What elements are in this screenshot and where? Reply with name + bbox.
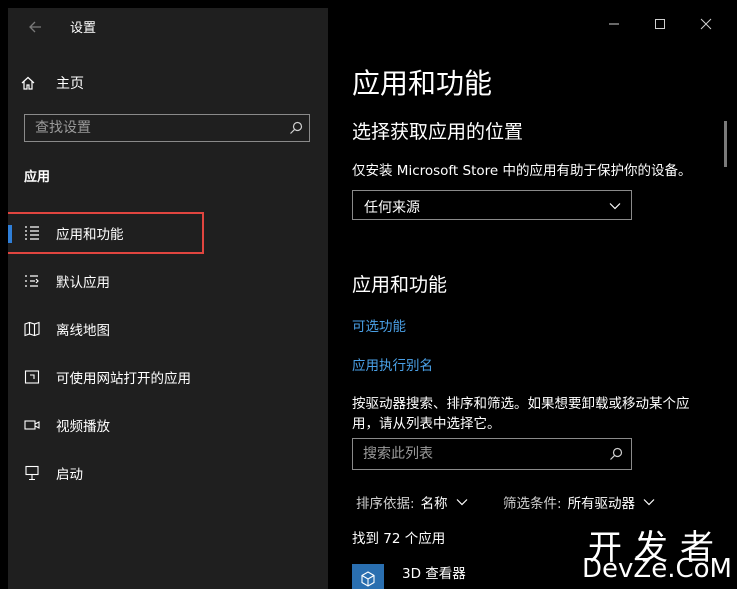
- main-content: 应用和功能 选择获取应用的位置 仅安装 Microsoft Store 中的应用…: [328, 8, 729, 589]
- watermark-text: DevZe.CoM: [582, 554, 732, 584]
- apps-list-icon: [25, 226, 39, 240]
- install-section-heading: 选择获取应用的位置: [352, 121, 524, 143]
- filter-label: 筛选条件:: [503, 496, 562, 512]
- sidebar-item-label: 启动: [56, 467, 83, 483]
- window-title: 设置: [70, 21, 97, 36]
- sidebar-item-offline-maps[interactable]: 离线地图: [8, 313, 328, 345]
- sort-control[interactable]: 排序依据: 名称: [356, 492, 468, 512]
- apps-section-heading: 应用和功能: [352, 274, 448, 296]
- close-icon: [700, 18, 712, 30]
- cube-icon: [361, 571, 375, 587]
- app-name: 3D 查看器: [402, 566, 466, 582]
- chevron-down-icon: [609, 203, 621, 210]
- search-icon[interactable]: [609, 447, 623, 461]
- map-icon: [24, 321, 40, 337]
- startup-icon: [25, 465, 39, 481]
- sidebar: 设置 主页 应用 应用和功能 默认应用: [8, 8, 328, 589]
- sidebar-item-video-playback[interactable]: 视频播放: [8, 409, 328, 441]
- maximize-button[interactable]: [637, 8, 683, 40]
- sidebar-item-label: 默认应用: [56, 275, 110, 291]
- app-source-dropdown[interactable]: 任何来源: [352, 190, 632, 220]
- sidebar-item-label: 应用和功能: [56, 227, 124, 243]
- sidebar-item-label: 可使用网站打开的应用: [56, 371, 191, 387]
- active-indicator: [8, 225, 12, 243]
- settings-window: 设置 主页 应用 应用和功能 默认应用: [8, 8, 729, 589]
- sidebar-item-default-apps[interactable]: 默认应用: [8, 265, 328, 297]
- app-alias-link[interactable]: 应用执行别名: [352, 354, 433, 374]
- chevron-down-icon: [643, 499, 655, 506]
- app-count: 找到 72 个应用: [352, 531, 446, 547]
- scrollbar[interactable]: [724, 121, 727, 167]
- home-nav[interactable]: 主页: [20, 72, 84, 94]
- sidebar-item-web-apps[interactable]: 可使用网站打开的应用: [8, 361, 328, 393]
- app-list-search[interactable]: [352, 438, 632, 470]
- maximize-icon: [655, 19, 665, 29]
- sidebar-item-label: 离线地图: [56, 323, 110, 339]
- page-title: 应用和功能: [352, 67, 493, 100]
- minimize-icon: [609, 23, 619, 25]
- web-apps-icon: [24, 370, 40, 384]
- sidebar-item-apps-features[interactable]: 应用和功能: [8, 217, 328, 249]
- filter-value: 所有驱动器: [567, 496, 636, 512]
- settings-search[interactable]: [24, 114, 310, 142]
- home-icon: [21, 76, 35, 90]
- filter-control[interactable]: 筛选条件: 所有驱动器: [503, 492, 655, 512]
- list-item[interactable]: 3D 查看器: [352, 564, 466, 589]
- home-label: 主页: [56, 76, 84, 92]
- minimize-button[interactable]: [591, 8, 637, 40]
- chevron-down-icon: [456, 499, 467, 506]
- watermark: 开发者 DevZe.CoM: [578, 520, 736, 588]
- apps-description: 按驱动器搜索、排序和筛选。如果想要卸载或移动某个应用，请从列表中选择它。: [352, 396, 690, 432]
- sidebar-item-startup[interactable]: 启动: [8, 457, 328, 489]
- sidebar-item-label: 视频播放: [56, 419, 110, 435]
- optional-features-link[interactable]: 可选功能: [352, 315, 406, 335]
- search-icon[interactable]: [289, 121, 303, 135]
- app-list-search-input[interactable]: [353, 439, 608, 469]
- sort-label: 排序依据:: [356, 496, 415, 512]
- close-button[interactable]: [683, 8, 729, 40]
- back-button[interactable]: [24, 16, 46, 38]
- install-description: 仅安装 Microsoft Store 中的应用有助于保护你的设备。: [352, 163, 692, 179]
- back-arrow-icon: [29, 21, 41, 33]
- dropdown-value: 任何来源: [364, 200, 420, 216]
- default-apps-icon: [25, 275, 39, 287]
- sort-value: 名称: [420, 496, 448, 512]
- video-icon: [24, 420, 40, 430]
- settings-search-input[interactable]: [25, 115, 285, 141]
- section-title: 应用: [24, 170, 51, 185]
- app-tile: [352, 564, 384, 589]
